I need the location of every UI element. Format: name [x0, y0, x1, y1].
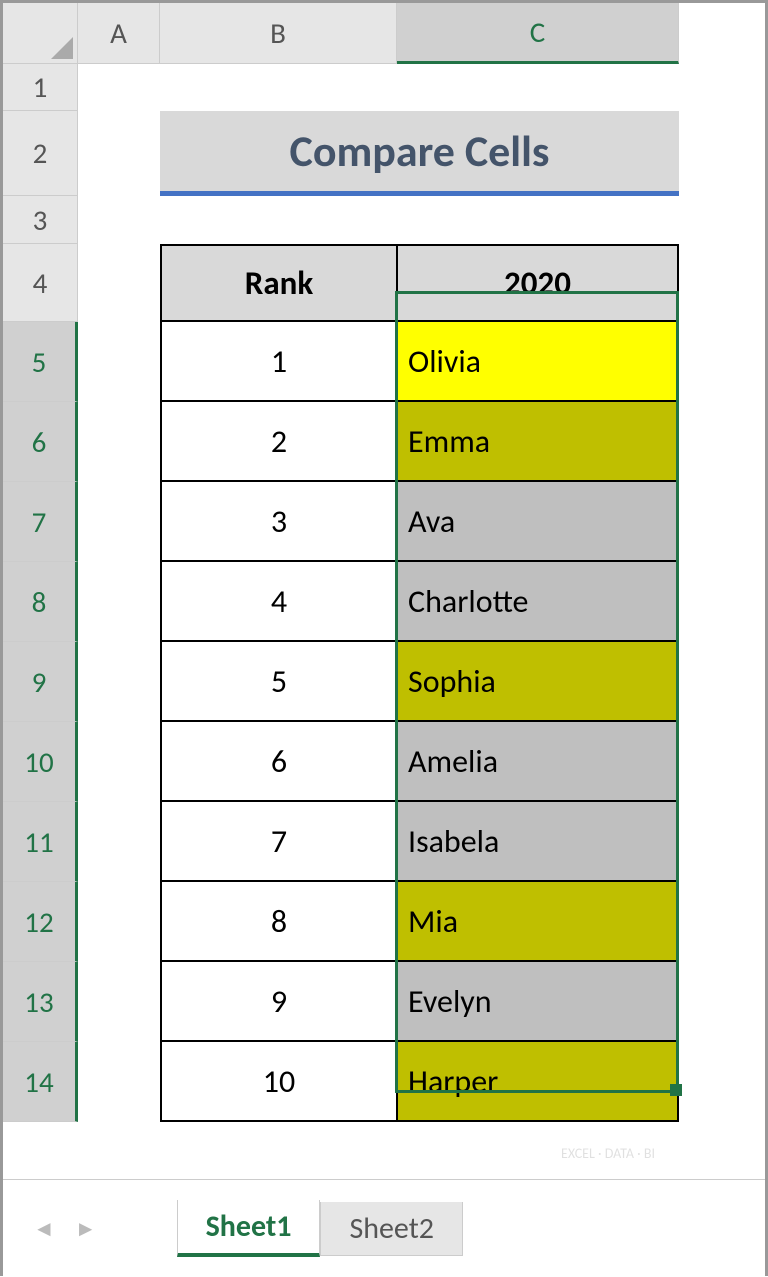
select-all-corner[interactable] [3, 3, 78, 64]
row-header-12[interactable]: 12 [3, 882, 78, 962]
row-header-6[interactable]: 6 [3, 402, 78, 482]
row-header-11[interactable]: 11 [3, 802, 78, 882]
cell-name[interactable]: Emma [397, 402, 679, 482]
row-header-9[interactable]: 9 [3, 642, 78, 722]
table-row: 2Emma [160, 402, 679, 482]
row-header-4[interactable]: 4 [3, 244, 78, 322]
sheet-tabs-bar: ◄ ► Sheet1 Sheet2 [3, 1179, 765, 1277]
row-header-2[interactable]: 2 [3, 111, 78, 196]
row-header-8[interactable]: 8 [3, 562, 78, 642]
table-row: 5Sophia [160, 642, 679, 722]
row-header-1[interactable]: 1 [3, 64, 78, 111]
table-row: 8Mia [160, 882, 679, 962]
row-header-14[interactable]: 14 [3, 1042, 78, 1122]
row-header-7[interactable]: 7 [3, 482, 78, 562]
cells-area[interactable]: Compare Cells Rank 2020 1Olivia2Emma3Ava… [78, 111, 765, 1122]
header-year[interactable]: 2020 [397, 244, 679, 322]
spreadsheet-grid: 1 2 3 4 5 6 7 8 9 10 11 12 13 14 A B C C… [3, 3, 765, 1179]
column-headers: A B C [78, 3, 765, 64]
cell-rank[interactable]: 9 [160, 962, 397, 1042]
row-header-5[interactable]: 5 [3, 322, 78, 402]
sheet-tab-sheet1[interactable]: Sheet1 [177, 1200, 321, 1257]
row-header-10[interactable]: 10 [3, 722, 78, 802]
cell-rank[interactable]: 8 [160, 882, 397, 962]
header-rank[interactable]: Rank [160, 244, 397, 322]
table-row: 10Harper [160, 1042, 679, 1122]
row-header-13[interactable]: 13 [3, 962, 78, 1042]
cell-rank[interactable]: 2 [160, 402, 397, 482]
select-all-triangle-icon [51, 37, 73, 59]
title-cell[interactable]: Compare Cells [160, 111, 679, 196]
cell-rank[interactable]: 3 [160, 482, 397, 562]
table-header-row: Rank 2020 [160, 244, 679, 322]
column-header-b[interactable]: B [160, 3, 397, 64]
left-column: 1 2 3 4 5 6 7 8 9 10 11 12 13 14 [3, 3, 78, 1179]
cell-name[interactable]: Harper [397, 1042, 679, 1122]
table-row: 6Amelia [160, 722, 679, 802]
row-header-3[interactable]: 3 [3, 196, 78, 244]
table-row: 9Evelyn [160, 962, 679, 1042]
watermark: EXCEL · DATA · BI [561, 1146, 655, 1163]
tab-next-icon[interactable]: ► [75, 1215, 97, 1242]
cell-name[interactable]: Isabela [397, 802, 679, 882]
column-header-c[interactable]: C [397, 3, 679, 64]
cell-rank[interactable]: 10 [160, 1042, 397, 1122]
cell-name[interactable]: Olivia [397, 322, 679, 402]
table-row: 3Ava [160, 482, 679, 562]
table-row: 7Isabela [160, 802, 679, 882]
table-row: 1Olivia [160, 322, 679, 402]
cell-name[interactable]: Mia [397, 882, 679, 962]
cell-rank[interactable]: 5 [160, 642, 397, 722]
cell-name[interactable]: Charlotte [397, 562, 679, 642]
cell-rank[interactable]: 6 [160, 722, 397, 802]
row-headers: 1 2 3 4 5 6 7 8 9 10 11 12 13 14 [3, 64, 78, 1122]
table-row: 4Charlotte [160, 562, 679, 642]
cell-rank[interactable]: 1 [160, 322, 397, 402]
cell-name[interactable]: Ava [397, 482, 679, 562]
cell-name[interactable]: Evelyn [397, 962, 679, 1042]
column-header-a[interactable]: A [78, 3, 160, 64]
tab-prev-icon[interactable]: ◄ [33, 1215, 55, 1242]
tab-navigation: ◄ ► [33, 1215, 97, 1242]
cell-name[interactable]: Sophia [397, 642, 679, 722]
cell-rank[interactable]: 4 [160, 562, 397, 642]
cell-rank[interactable]: 7 [160, 802, 397, 882]
cell-name[interactable]: Amelia [397, 722, 679, 802]
right-area: A B C Compare Cells Rank 2020 1Olivia2Em… [78, 3, 765, 1179]
sheet-tab-sheet2[interactable]: Sheet2 [320, 1202, 463, 1256]
